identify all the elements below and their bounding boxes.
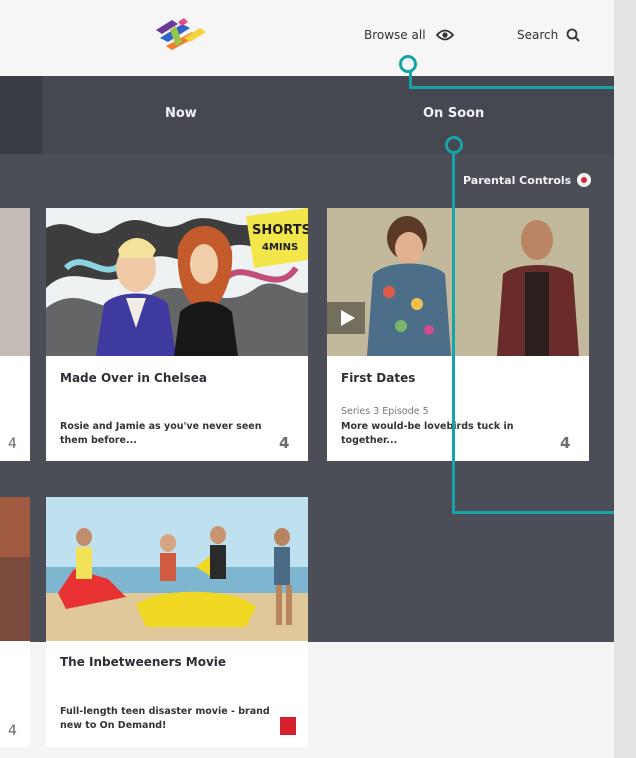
parental-controls-toggle[interactable]: Parental Controls bbox=[463, 173, 592, 187]
tab-now[interactable]: Now bbox=[165, 106, 197, 121]
search-label: Search bbox=[517, 28, 559, 42]
programme-title[interactable]: First Dates bbox=[341, 371, 415, 385]
svg-text:4: 4 bbox=[279, 434, 289, 451]
programme-title[interactable]: Made Over in Chelsea bbox=[60, 371, 207, 385]
right-gutter bbox=[614, 0, 636, 758]
film4-logo-icon bbox=[280, 717, 296, 735]
callout-line-browse-h bbox=[412, 86, 614, 89]
programme-card-first-dates[interactable]: First Dates Series 3 Episode 5 More woul… bbox=[327, 208, 589, 461]
programme-description: Full-length teen disaster movie - brand … bbox=[60, 706, 270, 731]
top-navigation: Browse all Search bbox=[0, 0, 614, 76]
channel-4-mark-icon: 4 bbox=[278, 433, 294, 452]
channel-4-mark-icon: 4 bbox=[559, 433, 575, 452]
programme-card-the-inbetweeners-movie[interactable]: The Inbetweeners Movie Full-length teen … bbox=[46, 497, 308, 747]
programme-thumbnail: SHORTS 4MINS bbox=[46, 208, 308, 356]
callout-line-on-soon-v bbox=[452, 154, 455, 514]
programme-thumbnail bbox=[46, 497, 308, 641]
tab-bar-left-panel bbox=[0, 76, 42, 154]
programme-card-made-over-in-chelsea[interactable]: SHORTS 4MINS Made Over in Chelsea Rosie … bbox=[46, 208, 308, 461]
programme-title[interactable]: The Inbetweeners Movie bbox=[60, 655, 226, 669]
svg-text:4: 4 bbox=[8, 436, 17, 452]
svg-text:4: 4 bbox=[8, 723, 17, 739]
partial-card-left-2[interactable]: 4 bbox=[0, 497, 30, 747]
callout-marker-on-soon bbox=[445, 136, 463, 154]
app-frame: Browse all Search Now On Soon Parental C… bbox=[0, 0, 614, 758]
programme-thumbnail bbox=[327, 208, 589, 356]
channel4-logo[interactable] bbox=[148, 16, 210, 56]
eye-icon bbox=[435, 29, 454, 41]
callout-line-on-soon-h bbox=[452, 511, 614, 514]
search-icon bbox=[566, 28, 580, 42]
programme-description: Rosie and Jamie as you've never seen the… bbox=[60, 421, 262, 446]
search-button[interactable]: Search bbox=[517, 28, 580, 42]
programme-description: More would-be lovebirds tuck in together… bbox=[341, 421, 514, 446]
callout-line-browse-v bbox=[409, 70, 412, 89]
browse-all-label: Browse all bbox=[364, 28, 426, 42]
programme-episode: Series 3 Episode 5 bbox=[341, 406, 429, 417]
shorts-badge-line2: 4MINS bbox=[262, 242, 298, 253]
shorts-badge-line1: SHORTS bbox=[252, 223, 308, 238]
svg-text:4: 4 bbox=[560, 434, 570, 451]
browse-all-button[interactable]: Browse all bbox=[364, 28, 454, 42]
partial-card-left[interactable]: 4 bbox=[0, 208, 30, 461]
tab-on-soon[interactable]: On Soon bbox=[423, 106, 484, 121]
parental-controls-label: Parental Controls bbox=[463, 173, 572, 187]
parental-controls-icon bbox=[577, 173, 592, 187]
callout-marker-browse bbox=[399, 55, 417, 73]
page: Browse all Search Now On Soon Parental C… bbox=[0, 0, 636, 758]
